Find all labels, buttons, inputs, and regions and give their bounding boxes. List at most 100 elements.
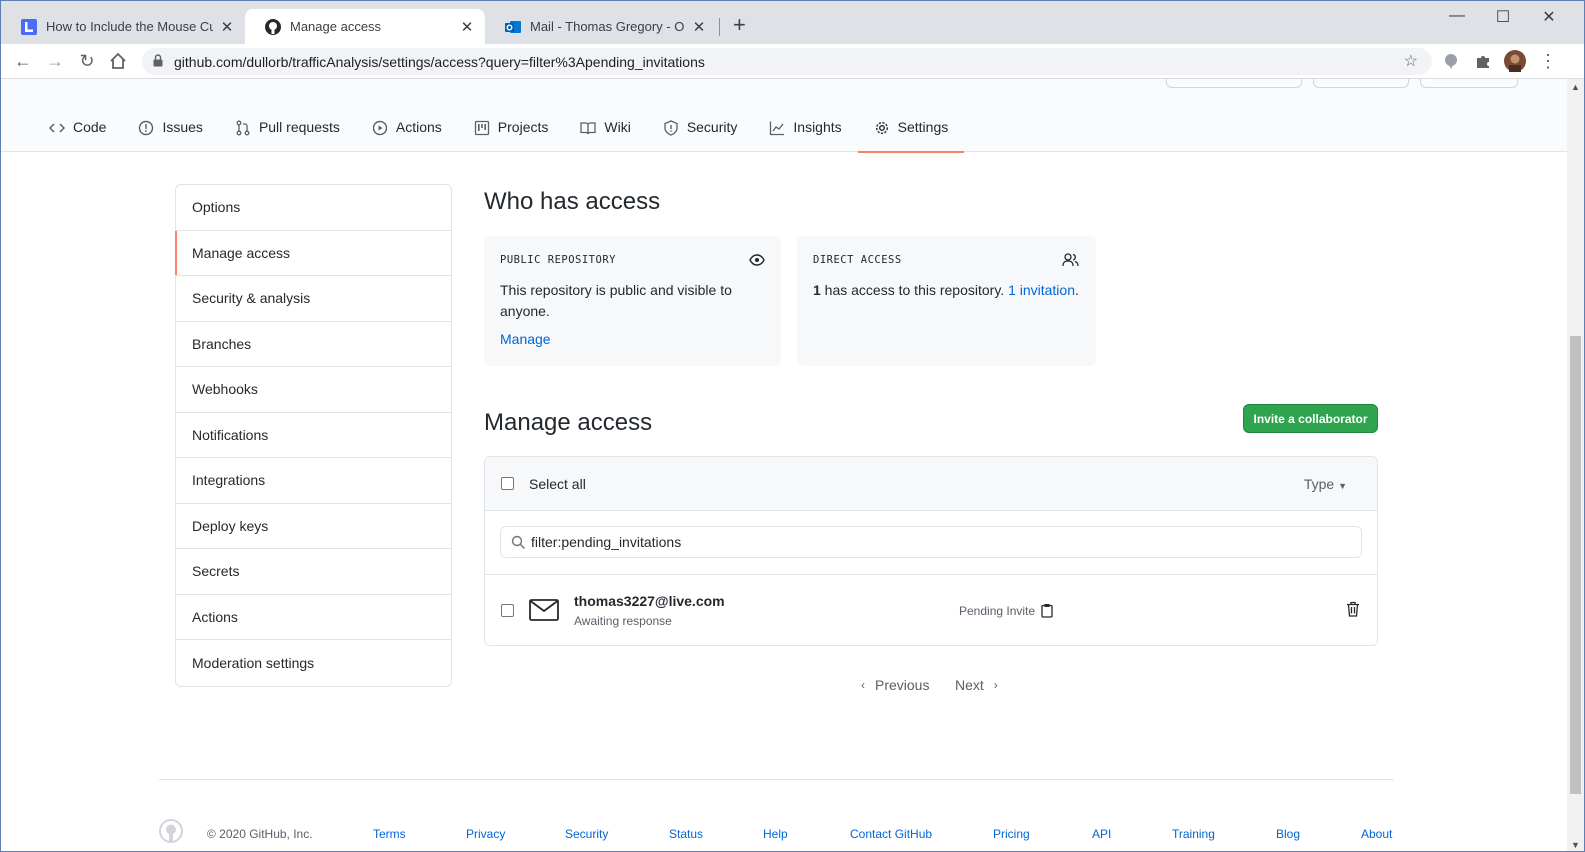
next-page-button[interactable]: Next ›	[955, 677, 998, 693]
lock-icon	[153, 54, 163, 67]
tab-pull-requests[interactable]: Pull requests	[235, 111, 356, 152]
footer-divider	[159, 779, 1394, 780]
sidebar-item-notifications[interactable]: Notifications	[176, 413, 451, 458]
footer-link-contact[interactable]: Contact GitHub	[850, 827, 932, 841]
window-close-icon[interactable]: ✕	[1526, 7, 1572, 27]
tab-outlook[interactable]: Mail - Thomas Gregory - Outlook ✕	[485, 9, 717, 44]
page-scrollbar[interactable]: ▲ ▼	[1567, 79, 1584, 851]
invite-collaborator-button[interactable]: Invite a collaborator	[1243, 404, 1378, 433]
close-icon[interactable]: ✕	[691, 18, 707, 36]
fork-button[interactable]	[1420, 79, 1518, 88]
sidebar-item-actions[interactable]: Actions	[176, 595, 451, 640]
invitation-link[interactable]: 1 invitation	[1008, 282, 1075, 298]
puzzle-icon[interactable]	[1474, 52, 1492, 70]
watch-button[interactable]	[1166, 79, 1302, 88]
address-bar[interactable]: github.com/dullorb/trafficAnalysis/setti…	[142, 48, 1432, 75]
tab-issues[interactable]: Issues	[138, 111, 218, 152]
filter-input[interactable]: filter:pending_invitations	[500, 526, 1362, 558]
footer-link-training[interactable]: Training	[1172, 827, 1215, 841]
footer-link-security[interactable]: Security	[565, 827, 608, 841]
sidebar-item-options[interactable]: Options	[176, 185, 451, 231]
tab-actions[interactable]: Actions	[372, 111, 458, 152]
back-icon[interactable]: ←	[12, 51, 34, 71]
tab-mouse-cursor[interactable]: How to Include the Mouse Cursor ✕	[1, 9, 245, 44]
avatar[interactable]	[1504, 50, 1526, 72]
footer-link-blog[interactable]: Blog	[1276, 827, 1300, 841]
close-icon[interactable]: ✕	[219, 18, 235, 36]
menu-icon[interactable]: ⋮	[1537, 51, 1559, 71]
minimize-icon[interactable]: —	[1434, 7, 1480, 25]
tab-code[interactable]: Code	[49, 111, 122, 152]
sidebar-item-secrets[interactable]: Secrets	[176, 549, 451, 595]
outlook-icon	[505, 20, 521, 33]
footer-link-privacy[interactable]: Privacy	[466, 827, 505, 841]
close-icon[interactable]: ✕	[459, 18, 475, 36]
row-checkbox[interactable]	[501, 604, 514, 617]
search-icon	[511, 535, 526, 550]
box-label: DIRECT ACCESS	[813, 254, 902, 266]
scroll-up-icon[interactable]: ▲	[1571, 82, 1580, 92]
bookmark-star-icon[interactable]: ☆	[1404, 51, 1418, 71]
mail-icon	[529, 599, 559, 621]
trash-icon[interactable]	[1346, 601, 1360, 617]
home-icon[interactable]	[109, 52, 127, 70]
tab-label: Issues	[162, 119, 203, 135]
github-logo-icon[interactable]	[159, 819, 183, 843]
footer-link-api[interactable]: API	[1092, 827, 1111, 841]
tab-manage-access[interactable]: Manage access ✕	[245, 9, 485, 44]
new-tab-icon[interactable]: +	[733, 14, 746, 36]
project-icon	[474, 120, 489, 136]
extension-icon[interactable]	[1442, 52, 1460, 70]
pull-request-icon	[236, 120, 250, 136]
footer-link-pricing[interactable]: Pricing	[993, 827, 1030, 841]
sidebar-item-manage-access[interactable]: Manage access	[175, 230, 451, 276]
tab-wiki[interactable]: Wiki	[580, 111, 646, 152]
maximize-icon[interactable]: ☐	[1480, 7, 1526, 27]
public-repository-box: PUBLIC REPOSITORY This repository is pub…	[484, 236, 781, 366]
gear-icon	[875, 121, 888, 135]
sidebar-item-branches[interactable]: Branches	[176, 322, 451, 367]
url-text: github.com/dullorb/trafficAnalysis/setti…	[174, 54, 705, 70]
footer-link-terms[interactable]: Terms	[373, 827, 406, 841]
sidebar-item-webhooks[interactable]: Webhooks	[176, 367, 451, 413]
pending-invite-badge: Pending Invite	[959, 603, 1053, 618]
tab-insights[interactable]: Insights	[769, 111, 857, 152]
footer-link-status[interactable]: Status	[669, 827, 703, 841]
reload-icon[interactable]: ↻	[76, 51, 98, 71]
shield-icon	[664, 120, 678, 136]
tab-label: Settings	[897, 119, 949, 135]
sidebar-item-integrations[interactable]: Integrations	[176, 458, 451, 504]
sidebar-item-security-analysis[interactable]: Security & analysis	[176, 276, 451, 322]
scroll-down-icon[interactable]: ▼	[1571, 840, 1580, 850]
tab-label: Pull requests	[258, 119, 340, 135]
sidebar-item-deploy-keys[interactable]: Deploy keys	[176, 504, 451, 549]
clipboard-icon[interactable]	[1041, 603, 1053, 618]
footer-link-help[interactable]: Help	[763, 827, 788, 841]
tab-label: Security	[686, 119, 738, 135]
eye-icon	[749, 254, 765, 266]
select-all-checkbox[interactable]	[501, 477, 514, 490]
forward-icon[interactable]: →	[44, 51, 66, 71]
direct-access-box: DIRECT ACCESS 1 has access to this repos…	[797, 236, 1096, 366]
tab-label: Insights	[793, 119, 842, 135]
table-row: thomas3227@live.com Awaiting response Pe…	[485, 575, 1377, 647]
collaborator-list: Select all Type ▼ filter:pending_invitat…	[484, 456, 1378, 646]
code-icon	[49, 123, 65, 133]
tab-projects[interactable]: Projects	[474, 111, 565, 152]
footer-link-about[interactable]: About	[1361, 827, 1392, 841]
star-button[interactable]	[1313, 79, 1409, 88]
tab-settings[interactable]: Settings	[857, 111, 965, 153]
tab-security[interactable]: Security	[663, 111, 754, 152]
type-filter-dropdown[interactable]: Type ▼	[1304, 476, 1347, 492]
manage-visibility-link[interactable]: Manage	[500, 331, 551, 347]
repo-nav: Code Issues Pull requests Actions Projec…	[49, 111, 980, 153]
sidebar-item-moderation[interactable]: Moderation settings	[176, 640, 451, 686]
play-icon	[372, 120, 388, 136]
browser-window: How to Include the Mouse Cursor ✕ Manage…	[0, 0, 1585, 852]
scrollbar-thumb[interactable]	[1570, 336, 1581, 794]
tab-strip: How to Include the Mouse Cursor ✕ Manage…	[1, 1, 1584, 44]
previous-page-button[interactable]: ‹ Previous	[861, 677, 929, 693]
box-text: This repository is public and visible to…	[500, 282, 732, 319]
pending-label: Pending Invite	[959, 603, 1036, 618]
select-all-label[interactable]: Select all	[529, 476, 586, 492]
